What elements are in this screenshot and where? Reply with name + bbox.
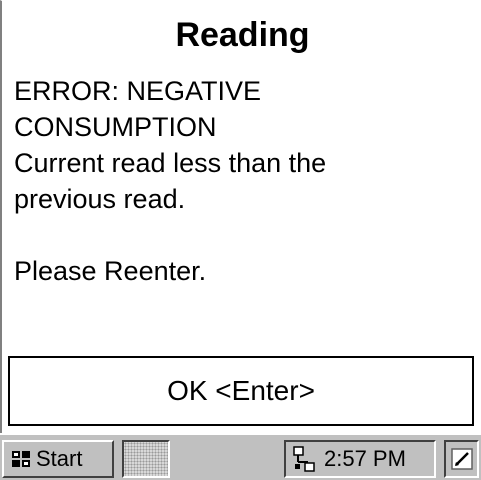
start-label: Start (36, 446, 83, 471)
error-message: ERROR: NEGATIVE CONSUMPTION Current read… (14, 73, 474, 289)
network-icon[interactable] (292, 446, 316, 472)
message-line: previous read. (14, 184, 186, 214)
taskbar: Start 2:57 PM (0, 433, 481, 480)
input-panel-button[interactable] (122, 440, 170, 478)
clock[interactable]: 2:57 PM (324, 446, 406, 472)
ok-button[interactable]: OK <Enter> (8, 356, 474, 426)
message-line: ERROR: NEGATIVE (14, 76, 262, 106)
pen-input-icon (450, 448, 473, 470)
message-line: CONSUMPTION (14, 112, 217, 142)
pen-input-button[interactable] (444, 440, 479, 478)
start-button[interactable]: Start (2, 440, 114, 478)
system-tray: 2:57 PM (284, 440, 436, 478)
message-line: Current read less than the (14, 148, 327, 178)
dialog-title: Reading (175, 16, 310, 54)
reenter-prompt: Please Reenter. (14, 256, 207, 286)
reading-dialog: Reading ERROR: NEGATIVE CONSUMPTION Curr… (0, 0, 481, 453)
windows-flag-icon (12, 451, 30, 467)
